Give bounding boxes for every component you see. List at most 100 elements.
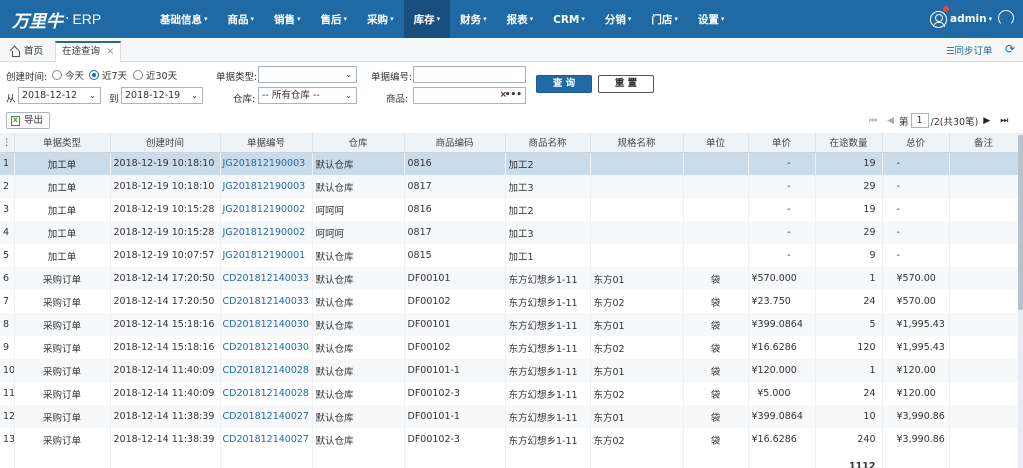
table-cell: ¥1,995.43 (882, 336, 950, 359)
table-cell: 东方01 (590, 313, 684, 336)
nav-item-0[interactable]: 基础信息 ▾ (150, 0, 218, 38)
table-cell (949, 290, 1019, 313)
doc-number-link[interactable]: CD201812140028 (220, 359, 313, 382)
table-row[interactable]: 7 采购订单 2018-12-14 17:20:50 CD201812140033 默认… (0, 290, 1019, 313)
table-cell: 2018-12-14 11:40:09 (110, 382, 221, 405)
page-input[interactable]: 1 (910, 113, 929, 128)
chevron-down-icon: ⌄ (345, 91, 352, 100)
doc-type-select[interactable]: ⌄ (258, 66, 357, 83)
doc-number-link[interactable]: JG201812190003 (220, 175, 313, 198)
radio-today[interactable]: 今天 (52, 68, 84, 82)
table-cell: 袋 (683, 382, 749, 405)
table-cell: 2018-12-14 11:38:39 (110, 428, 221, 451)
query-button[interactable]: 查 询 (536, 75, 592, 93)
export-button[interactable]: X 导出 (6, 112, 51, 129)
table-row[interactable]: 12 采购订单 2018-12-14 11:38:39 CD201812140027 默… (0, 405, 1019, 428)
warehouse-select[interactable]: -- 所有仓库 -- ⌄ (258, 87, 357, 104)
tab-in-transit-query[interactable]: 在途查询 × (55, 41, 122, 62)
doc-number-link[interactable]: CD201812140027 (220, 428, 313, 451)
table-cell: ¥1,995.43 (882, 313, 950, 336)
doc-number-link[interactable]: JG201812190002 (220, 198, 313, 221)
column-header[interactable]: 单据类型 (14, 133, 111, 153)
doc-number-link[interactable]: JG201812190001 (220, 244, 313, 267)
column-header[interactable]: 商品名称 (505, 133, 591, 153)
column-header[interactable]: 备注 (949, 133, 1019, 153)
radio-icon (133, 70, 143, 80)
doc-number-link[interactable]: CD201812140033 (220, 290, 313, 313)
table-row[interactable]: 10 采购订单 2018-12-14 11:40:09 CD201812140028 默… (0, 359, 1019, 382)
table-row[interactable]: 9 采购订单 2018-12-14 15:18:16 CD201812140030 默认… (0, 336, 1019, 359)
doc-no-input[interactable] (413, 66, 526, 83)
doc-number-link[interactable]: CD201812140033 (220, 267, 313, 290)
last-page-icon[interactable]: ⏭ (1000, 116, 1008, 126)
chevron-down-icon: ⌄ (345, 70, 352, 79)
table-row[interactable]: 6 采购订单 2018-12-14 17:20:50 CD201812140033 默认… (0, 267, 1019, 290)
user-name: admin (950, 13, 987, 25)
headset-icon[interactable] (998, 10, 1014, 26)
nav-item-5[interactable]: 库存 ▾ (403, 0, 451, 38)
table-row[interactable]: 8 采购订单 2018-12-14 15:18:16 CD201812140030 默认… (0, 313, 1019, 336)
table-row[interactable]: 4 加工单 2018-12-19 10:15:28 JG201812190002 呵呵呵… (0, 221, 1019, 244)
column-header[interactable]: 单据编号 (220, 133, 313, 153)
doc-number-link[interactable]: CD201812140030 (220, 336, 313, 359)
user-menu[interactable]: admin ▾ (930, 9, 992, 29)
column-header[interactable]: 创建时间 (110, 133, 221, 153)
column-header[interactable]: 商品编码 (404, 133, 506, 153)
to-date-select[interactable]: 2018-12-19 ⌄ (121, 87, 203, 104)
first-page-icon[interactable]: ⏮ (869, 116, 877, 126)
column-header[interactable]: 总价 (882, 133, 950, 153)
nav-item-10[interactable]: 门店 ▾ (641, 0, 688, 38)
logo[interactable]: 万里牛 · ERP (12, 8, 101, 32)
column-header[interactable]: 仓库 (312, 133, 405, 153)
refresh-icon[interactable]: ⟳ (1005, 43, 1015, 55)
doc-number-link[interactable]: CD201812140027 (220, 405, 313, 428)
table-cell (949, 221, 1019, 244)
notification-dot-icon (943, 6, 949, 12)
product-input[interactable]: × ••• (413, 87, 526, 104)
table-cell: - (748, 221, 816, 244)
table-row[interactable]: 11 采购订单 2018-12-14 11:40:09 CD201812140028 默… (0, 382, 1019, 405)
table-cell (949, 451, 1019, 468)
nav-item-1[interactable]: 商品 ▾ (218, 0, 265, 38)
more-icon[interactable]: ••• (505, 88, 522, 103)
table-row[interactable]: 1 加工单 2018-12-19 10:18:10 JG201812190003 默认仓… (0, 152, 1019, 175)
column-header[interactable]: 单价 (748, 133, 816, 153)
table-cell (949, 336, 1019, 359)
nav-item-9[interactable]: 分销 ▾ (595, 0, 642, 38)
nav-item-8[interactable]: CRM ▾ (543, 0, 595, 38)
table-cell: DF00102 (404, 290, 506, 313)
table-cell: 默认仓库 (312, 313, 405, 336)
table-row[interactable]: 13 采购订单 2018-12-14 11:38:39 CD201812140027 默… (0, 428, 1019, 451)
doc-number-link[interactable]: CD201812140030 (220, 313, 313, 336)
column-header[interactable]: 规格名称 (590, 133, 684, 153)
next-page-icon[interactable]: ▶ (983, 116, 990, 126)
scrollbar-thumb[interactable] (1018, 135, 1023, 310)
doc-number-link[interactable]: JG201812190003 (220, 152, 313, 175)
radio-last-30-days[interactable]: 近30天 (133, 68, 177, 82)
table-row[interactable]: 3 加工单 2018-12-19 10:15:28 JG201812190002 呵呵呵… (0, 198, 1019, 221)
table-cell: 2018-12-19 10:18:10 (110, 152, 221, 175)
tab-home[interactable]: 首页 (4, 41, 49, 62)
doc-number-link[interactable]: CD201812140028 (220, 382, 313, 405)
nav-item-2[interactable]: 销售 ▾ (264, 0, 311, 38)
table-cell: 0815 (404, 244, 506, 267)
nav-item-6[interactable]: 财务 ▾ (450, 0, 497, 38)
table-cell: 袋 (683, 336, 749, 359)
table-row[interactable]: 5 加工单 2018-12-19 10:07:57 JG201812190001 默认仓… (0, 244, 1019, 267)
column-header[interactable]: 在途数量 (815, 133, 883, 153)
prev-page-icon[interactable]: ◀ (887, 116, 894, 126)
table-cell: 东方幻想乡1-11 (505, 313, 591, 336)
close-icon[interactable]: × (106, 46, 114, 57)
reset-button[interactable]: 重 置 (598, 75, 654, 93)
column-settings-icon[interactable]: ⋮ (0, 133, 15, 153)
nav-item-3[interactable]: 售后 ▾ (311, 0, 358, 38)
column-header[interactable]: 单位 (683, 133, 749, 153)
nav-item-4[interactable]: 采购 ▾ (357, 0, 404, 38)
sync-orders-button[interactable]: ☰同步订单 (946, 43, 993, 57)
table-row[interactable]: 2 加工单 2018-12-19 10:18:10 JG201812190003 默认仓… (0, 175, 1019, 198)
doc-number-link[interactable]: JG201812190002 (220, 221, 313, 244)
from-date-select[interactable]: 2018-12-12 ⌄ (18, 87, 101, 104)
nav-item-7[interactable]: 报表 ▾ (497, 0, 544, 38)
radio-last-7-days[interactable]: 近7天 (89, 68, 127, 82)
nav-item-11[interactable]: 设置 ▾ (688, 0, 735, 38)
